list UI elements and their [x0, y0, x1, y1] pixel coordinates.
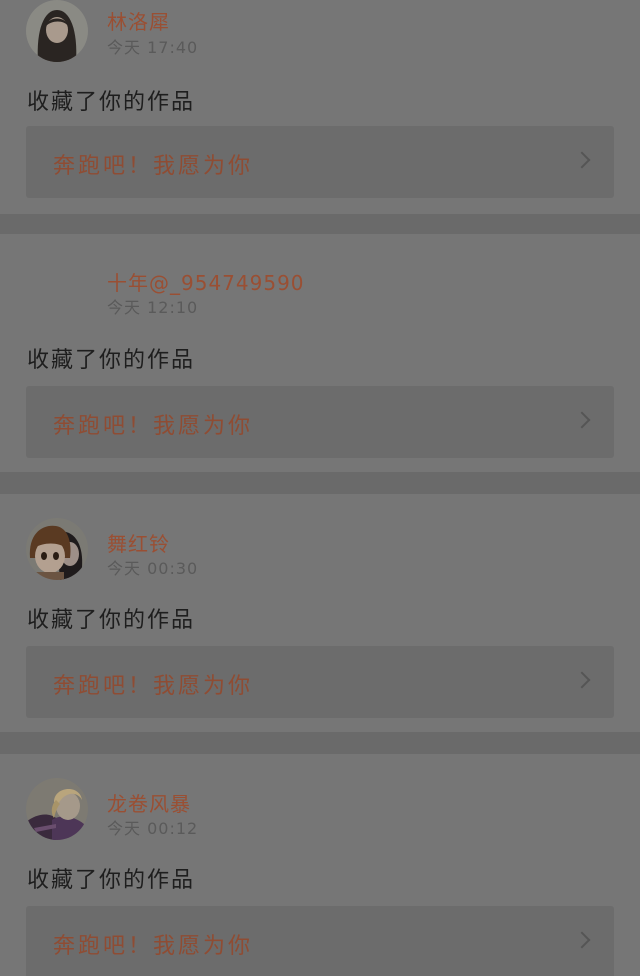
- user-avatar[interactable]: [26, 518, 88, 580]
- action-text: 收藏了你的作品: [27, 348, 196, 373]
- username[interactable]: 十年@_954749590: [107, 267, 305, 296]
- chevron-right-icon: [573, 931, 591, 949]
- chevron-right-icon: [573, 151, 591, 169]
- user-avatar[interactable]: [26, 0, 88, 62]
- username[interactable]: 龙卷风暴: [107, 788, 191, 817]
- notification-card: 舞红铃 今天 00:30 收藏了你的作品 奔跑吧！我愿为你: [0, 494, 640, 732]
- anime-avatar-icon: [26, 518, 88, 580]
- timestamp: 今天 00:30: [107, 559, 199, 578]
- work-title: 奔跑吧！我愿为你: [53, 674, 254, 699]
- work-title: 奔跑吧！我愿为你: [53, 154, 254, 179]
- work-link[interactable]: 奔跑吧！我愿为你: [26, 126, 614, 198]
- work-link[interactable]: 奔跑吧！我愿为你: [26, 646, 614, 718]
- username[interactable]: 林洛犀: [107, 6, 170, 35]
- notification-feed: 林洛犀 今天 17:40 收藏了你的作品 奔跑吧！我愿为你 十年@_954749…: [0, 0, 640, 976]
- action-text: 收藏了你的作品: [27, 868, 196, 893]
- work-title: 奔跑吧！我愿为你: [53, 934, 254, 959]
- user-avatar[interactable]: [26, 254, 88, 316]
- action-text: 收藏了你的作品: [27, 608, 196, 633]
- photo-avatar-icon: [26, 0, 88, 62]
- timestamp: 今天 17:40: [107, 38, 199, 57]
- chevron-right-icon: [573, 671, 591, 689]
- user-avatar[interactable]: [26, 778, 88, 840]
- notification-card: 龙卷风暴 今天 00:12 收藏了你的作品 奔跑吧！我愿为你: [0, 754, 640, 976]
- username[interactable]: 舞红铃: [107, 528, 170, 557]
- timestamp: 今天 00:12: [107, 819, 199, 838]
- anime-avatar-icon: [26, 778, 88, 840]
- timestamp: 今天 12:10: [107, 298, 199, 317]
- notification-card: 林洛犀 今天 17:40 收藏了你的作品 奔跑吧！我愿为你: [0, 0, 640, 214]
- work-link[interactable]: 奔跑吧！我愿为你: [26, 906, 614, 976]
- notification-card: 十年@_954749590 今天 12:10 收藏了你的作品 奔跑吧！我愿为你: [0, 234, 640, 472]
- action-text: 收藏了你的作品: [27, 90, 196, 115]
- work-title: 奔跑吧！我愿为你: [53, 414, 254, 439]
- work-link[interactable]: 奔跑吧！我愿为你: [26, 386, 614, 458]
- chevron-right-icon: [573, 411, 591, 429]
